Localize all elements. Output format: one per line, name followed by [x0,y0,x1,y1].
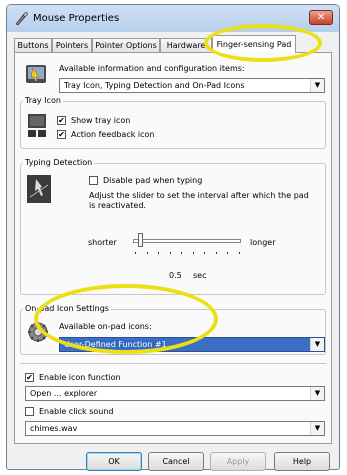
disable-pad-when-typing-label: Disable pad when typing [103,176,203,185]
selected-onpad-icon: User-Defined Function #1 [64,340,167,349]
mouse-icon [15,12,28,26]
action-feedback-icon-checkbox[interactable]: ✔ [57,130,66,139]
onpad-icon-settings-group-label: On-pad Icon Settings [23,304,111,313]
apply-button[interactable]: Apply [210,452,266,471]
tab-pointers[interactable]: Pointers [52,38,92,52]
tab-buttons[interactable]: Buttons [14,38,52,52]
mouse-properties-window: Mouse Properties ✕ Buttons Pointers Poin… [6,4,340,471]
tray-icon-image [28,114,46,137]
click-sound-value: chimes.wav [30,424,78,433]
enable-icon-function-checkbox[interactable]: ✔ [25,373,34,382]
configuration-items-value: Tray Icon, Typing Detection and On-Pad I… [64,81,245,90]
onpad-icons-dropdown[interactable]: User-Defined Function #1 ▼ [59,337,325,352]
chevron-down-icon: ▼ [310,79,324,92]
tab-pointer-options[interactable]: Pointer Options [92,38,160,52]
icon-function-value: Open ... explorer [30,389,98,398]
enable-icon-function-label: Enable icon function [39,373,121,382]
slider-value: 0.5 [169,271,182,280]
gear-icon [28,322,48,342]
slider-max-label: longer [250,238,276,247]
icon-function-dropdown[interactable]: Open ... explorer ▼ [25,386,325,401]
cancel-button[interactable]: Cancel [148,452,204,471]
click-sound-dropdown[interactable]: chimes.wav ▼ [25,421,325,436]
chevron-down-icon: ▼ [310,387,324,400]
info-text: Available information and configuration … [59,64,245,73]
tray-icon-group [20,101,326,149]
slider-min-label: shorter [88,238,117,247]
slider-tick [169,252,171,254]
reactivation-slider-track[interactable] [133,239,241,243]
tray-icon-group-label: Tray Icon [23,96,63,105]
disable-pad-when-typing-checkbox[interactable] [89,176,98,185]
typing-detection-icon [27,175,51,203]
dialog-client: Buttons Pointers Pointer Options Hardwar… [12,32,334,471]
enable-click-sound-checkbox[interactable] [25,407,34,416]
available-onpad-icons-label: Available on-pad icons: [59,322,152,331]
chevron-down-icon: ▼ [310,338,324,351]
title-bar[interactable]: Mouse Properties ✕ [7,5,339,32]
reactivation-slider-thumb[interactable] [138,233,144,247]
tab-finger-sensing-pad[interactable]: Finger-sensing Pad [212,35,296,53]
slider-tick [158,252,159,254]
typing-detection-group-label: Typing Detection [23,158,95,167]
slider-tick [227,252,228,254]
configuration-icon [26,65,46,83]
configuration-items-dropdown[interactable]: Tray Icon, Typing Detection and On-Pad I… [59,78,325,93]
slider-unit: sec [193,271,207,280]
slider-tick [238,252,240,254]
slider-tick [135,252,136,254]
enable-click-sound-label: Enable click sound [39,407,114,416]
slider-tick [146,252,148,254]
slider-tick [192,252,194,254]
separator [20,363,326,364]
tab-hardware[interactable]: Hardware [160,38,212,52]
close-button[interactable]: ✕ [309,10,333,25]
chevron-down-icon: ▼ [310,422,324,435]
slider-tick [204,252,205,254]
slider-description: Adjust the slider to set the interval af… [89,191,309,210]
window-title: Mouse Properties [33,13,120,24]
show-tray-icon-label: Show tray icon [71,116,131,125]
show-tray-icon-checkbox[interactable]: ✔ [57,116,66,125]
help-button[interactable]: Help [274,452,330,471]
action-feedback-icon-label: Action feedback icon [71,130,155,139]
slider-tick [181,252,182,254]
slider-tick [215,252,217,254]
tab-panel: Available information and configuration … [14,52,332,444]
ok-button[interactable]: OK [86,452,142,471]
